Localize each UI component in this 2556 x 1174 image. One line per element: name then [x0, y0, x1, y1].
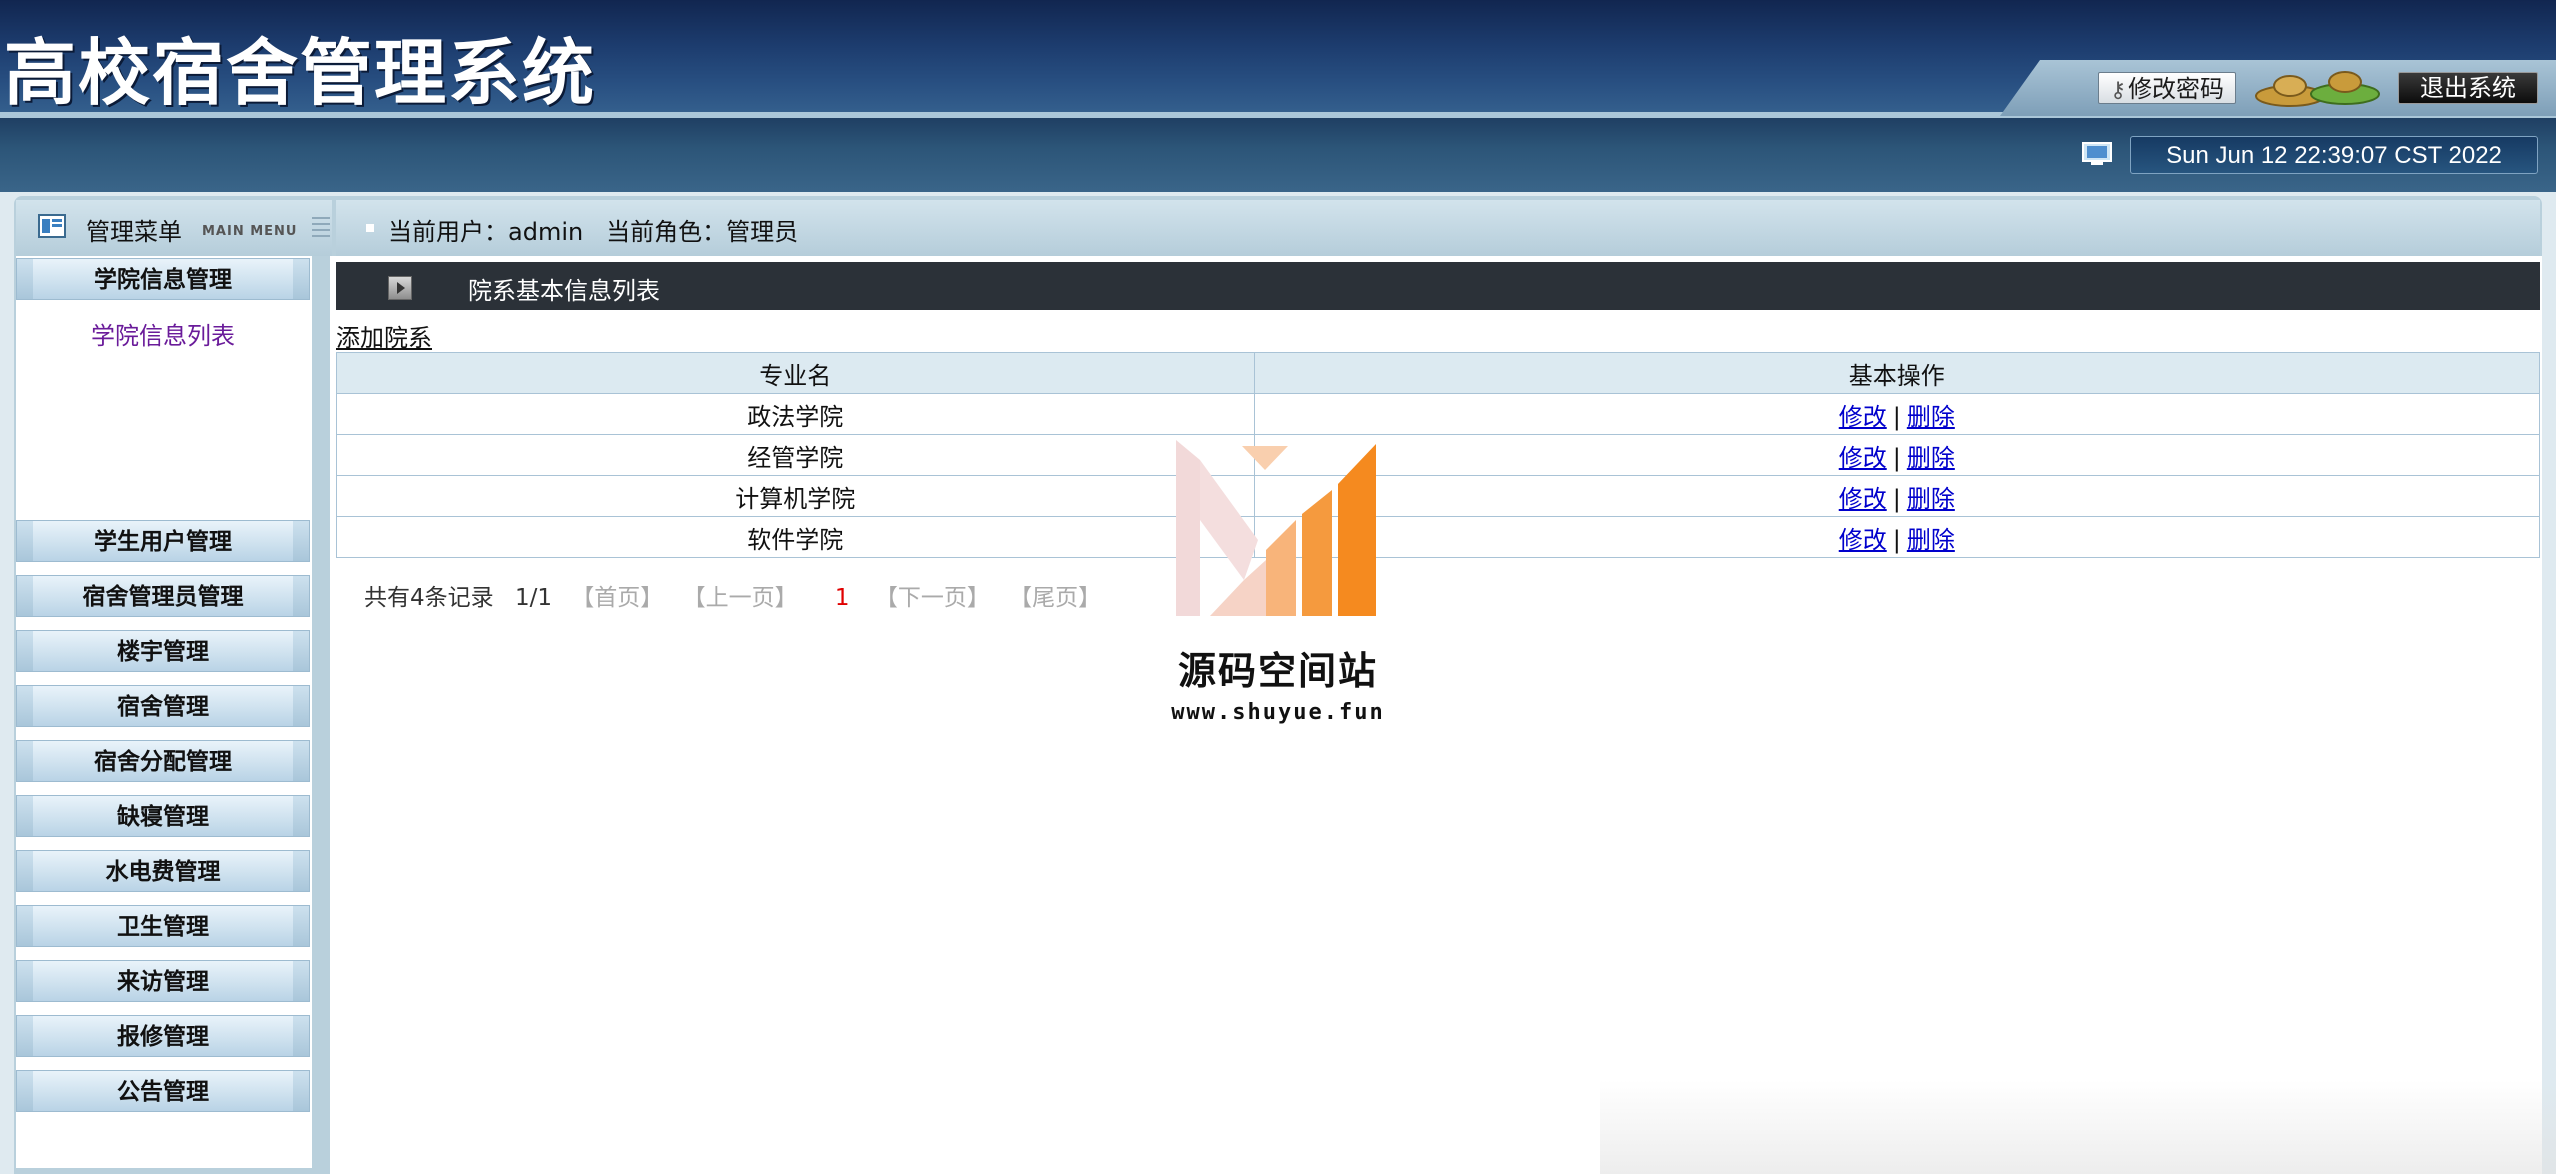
sidebar-item-hygiene[interactable]: 卫生管理 [16, 905, 310, 947]
delete-link[interactable]: 删除 [1907, 403, 1955, 431]
content-title: 院系基本信息列表 [468, 277, 660, 305]
computer-icon [2082, 142, 2112, 165]
app-title: 高校宿舍管理系统 [4, 31, 597, 115]
menu-header-sublabel: MAIN MENU [202, 224, 298, 239]
menu-icon [38, 214, 66, 238]
department-table: 专业名 基本操作 政法学院 修改 | 删除 经管学院 修改 | 删除 计算机学院 修改 |… [336, 352, 2541, 558]
edit-link[interactable]: 修改 [1839, 403, 1887, 431]
sidebar-subitem-college-list[interactable]: 学院信息列表 [16, 316, 310, 356]
next-page-link[interactable]: 【下一页】 [875, 585, 990, 611]
change-password-label: 修改密码 [2128, 75, 2225, 103]
table-header-row: 专业名 基本操作 [336, 352, 2541, 394]
sidebar-item-visitors[interactable]: 来访管理 [16, 960, 310, 1002]
delete-link[interactable]: 删除 [1907, 444, 1955, 472]
edit-link[interactable]: 修改 [1839, 485, 1887, 513]
menu-header-label: 管理菜单 [86, 218, 182, 246]
add-department-link[interactable]: 添加院系 [336, 318, 432, 353]
table-row: 计算机学院 修改 | 删除 [336, 475, 2541, 517]
department-name: 经管学院 [336, 434, 1255, 476]
sidebar-item-absence[interactable]: 缺寝管理 [16, 795, 310, 837]
row-actions: 修改 | 删除 [1253, 475, 2541, 517]
table-row: 经管学院 修改 | 删除 [336, 434, 2541, 476]
delete-link[interactable]: 删除 [1907, 526, 1955, 554]
watermark-name: 源码空间站 [1177, 649, 1378, 693]
record-count: 共有4条记录 [364, 585, 494, 611]
row-actions: 修改 | 删除 [1253, 516, 2541, 558]
sidebar-item-repairs[interactable]: 报修管理 [16, 1015, 310, 1057]
watermark-logo [1176, 440, 1376, 616]
page-info: 1/1 [514, 585, 552, 611]
users-icon [2255, 71, 2380, 107]
play-icon [388, 276, 412, 300]
last-page-link[interactable]: 【尾页】 [1009, 585, 1101, 611]
separator: | [1892, 443, 1901, 472]
menu-header: 管理菜单 MAIN MENU [16, 200, 332, 256]
delete-link[interactable]: 删除 [1907, 485, 1955, 513]
watermark-url: www.shuyue.fun [1171, 700, 1385, 725]
current-user-info: 当前用户：admin 当前角色：管理员 [388, 218, 799, 246]
edit-link[interactable]: 修改 [1839, 526, 1887, 554]
department-name: 计算机学院 [336, 475, 1255, 517]
separator: | [1892, 484, 1901, 513]
row-actions: 修改 | 删除 [1253, 393, 2541, 435]
current-user-bar: 当前用户：admin 当前角色：管理员 [336, 200, 2540, 256]
sidebar-item-college-info[interactable]: 学院信息管理 [16, 258, 310, 300]
logout-button[interactable]: 退出系统 [2398, 72, 2538, 104]
datetime-display: Sun Jun 12 22:39:07 CST 2022 [2130, 136, 2538, 174]
key-icon: ⚷ [2109, 78, 2127, 103]
separator: | [1892, 402, 1901, 431]
sidebar-item-announcements[interactable]: 公告管理 [16, 1070, 310, 1112]
column-header-name: 专业名 [336, 352, 1255, 394]
department-name: 政法学院 [336, 393, 1255, 435]
table-row: 软件学院 修改 | 删除 [336, 516, 2541, 558]
row-actions: 修改 | 删除 [1253, 434, 2541, 476]
first-page-link[interactable]: 【首页】 [571, 585, 663, 611]
department-name: 软件学院 [336, 516, 1255, 558]
sidebar-item-utility-fees[interactable]: 水电费管理 [16, 850, 310, 892]
prev-page-link[interactable]: 【上一页】 [683, 585, 798, 611]
bottom-shadow [1600, 1080, 2556, 1174]
separator: | [1892, 525, 1901, 554]
sidebar-item-student-users[interactable]: 学生用户管理 [16, 520, 310, 562]
edit-link[interactable]: 修改 [1839, 444, 1887, 472]
column-header-actions: 基本操作 [1253, 352, 2541, 394]
table-row: 政法学院 修改 | 删除 [336, 393, 2541, 435]
content-title-bar: 院系基本信息列表 [336, 262, 2540, 310]
sidebar-item-dorms[interactable]: 宿舍管理 [16, 685, 310, 727]
sidebar-item-dorm-managers[interactable]: 宿舍管理员管理 [16, 575, 310, 617]
sidebar-item-dorm-allocation[interactable]: 宿舍分配管理 [16, 740, 310, 782]
list-lines-icon [312, 217, 330, 237]
current-page: 1 [834, 585, 850, 611]
change-password-button[interactable]: ⚷修改密码 [2098, 72, 2236, 104]
bullet-icon [366, 224, 374, 232]
sidebar-gutter [312, 256, 330, 1174]
sidebar-item-buildings[interactable]: 楼宇管理 [16, 630, 310, 672]
pagination: 共有4条记录 1/1 【首页】 【上一页】 1 【下一页】 【尾页】 [364, 578, 1101, 612]
